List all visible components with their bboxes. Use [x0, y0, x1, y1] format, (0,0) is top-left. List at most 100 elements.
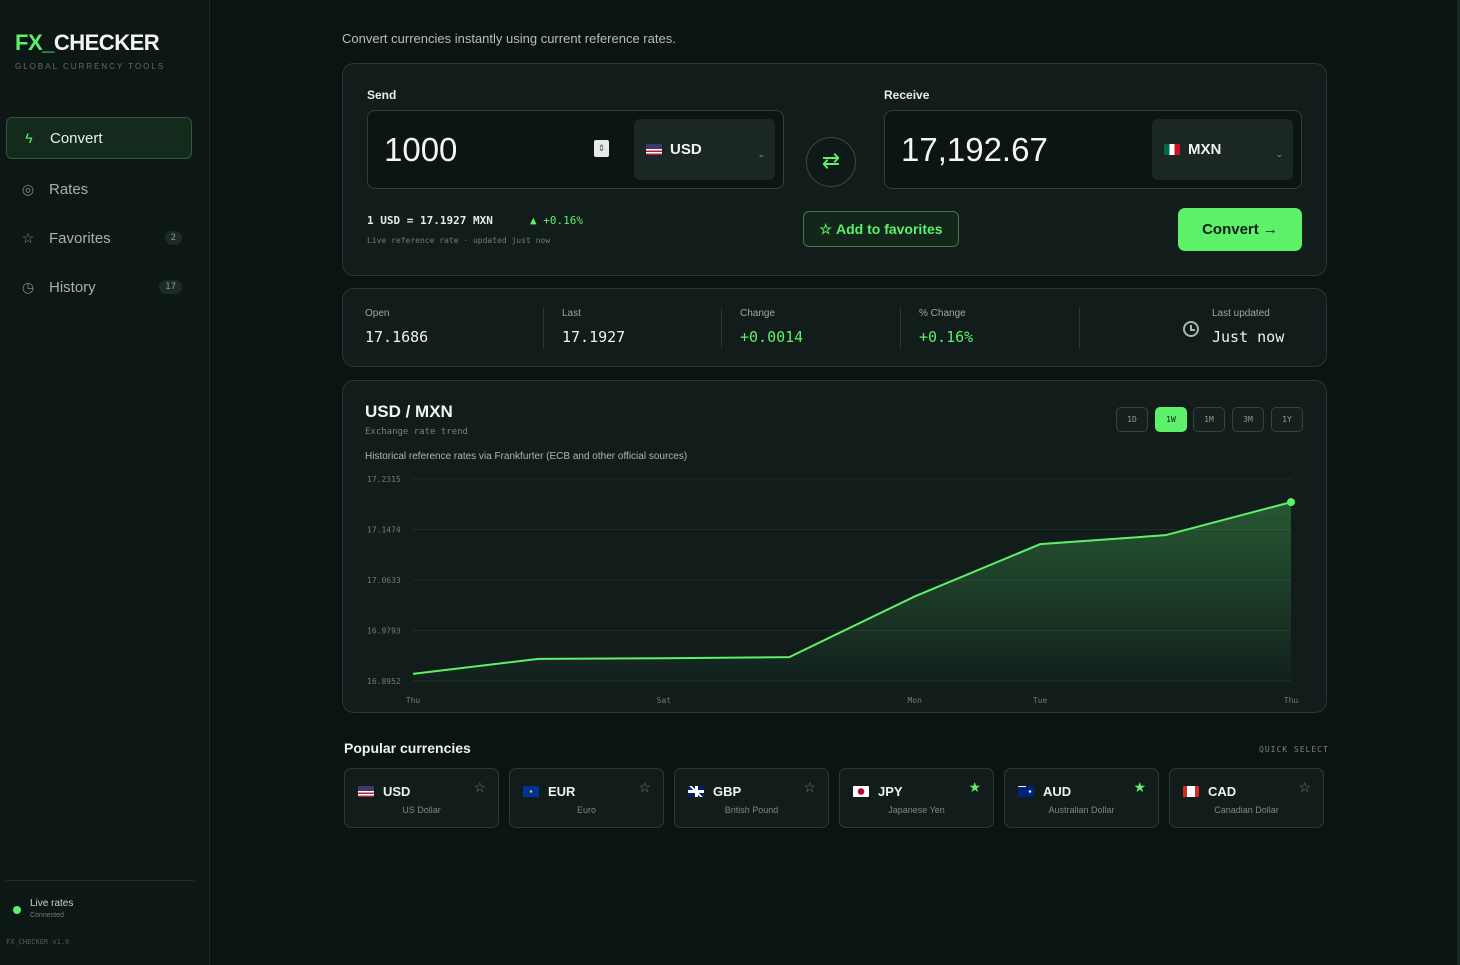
currency-card-eur[interactable]: EUR Euro ☆: [509, 768, 664, 828]
currency-card-aud[interactable]: AUD Australian Dollar ★: [1004, 768, 1159, 828]
sidebar-item-label: Rates: [49, 180, 89, 198]
sidebar-item-rates[interactable]: ◎ Rates: [6, 168, 192, 210]
amount-stepper-icon[interactable]: ⇕: [594, 140, 609, 157]
sidebar-item-history[interactable]: ◷ History 17: [6, 266, 192, 308]
currency-name: British Pound: [724, 805, 779, 815]
y-tick-label: 17.0633: [367, 576, 401, 585]
range-3m-button[interactable]: 3M: [1232, 407, 1264, 432]
pct-change-label: % Change: [919, 308, 966, 319]
live-status-sub: Connected: [30, 912, 64, 919]
sidebar-item-label: Favorites: [49, 229, 111, 247]
change-label: Change: [740, 308, 776, 319]
send-currency-code: USD: [670, 141, 702, 158]
currency-card-cad[interactable]: CAD Canadian Dollar ☆: [1169, 768, 1324, 828]
rate-trend-chart: 17.2315 17.1474 17.0633 16.9793 16.8952 Thu Sa…: [367, 475, 1299, 705]
stat-divider: [543, 308, 544, 348]
receive-label: Receive: [884, 88, 930, 102]
sidebar-item-label: Convert: [50, 129, 103, 147]
count-badge: 17: [159, 280, 182, 294]
x-tick-label: Thu: [406, 696, 421, 705]
add-to-favorites-button[interactable]: ☆ Add to favorites: [803, 211, 959, 247]
clock-icon: ◷: [21, 278, 35, 295]
last-value: 17.1927: [562, 328, 626, 346]
range-1y-button[interactable]: 1Y: [1271, 407, 1303, 432]
range-1d-button[interactable]: 1D: [1116, 407, 1148, 432]
popular-currencies-title: Popular currencies: [344, 740, 471, 756]
send-label: Send: [367, 88, 397, 102]
exchange-rate-line: 1 USD = 17.1927 MXN: [367, 214, 493, 227]
app-version: FX_CHECKER v1.0: [6, 938, 70, 946]
quick-select-label: QUICK SELECT: [1259, 745, 1329, 754]
currency-card-gbp[interactable]: GBP British Pound ☆: [674, 768, 829, 828]
x-tick-label: Thu: [1284, 696, 1299, 705]
last-updated-label: Last updated: [1212, 308, 1270, 319]
y-tick-label: 17.2315: [367, 475, 401, 484]
sidebar-item-convert[interactable]: ϟ Convert: [6, 117, 192, 159]
chevron-down-icon: ⌄: [757, 149, 765, 159]
stat-divider: [1079, 308, 1080, 348]
data-point: [1287, 498, 1295, 507]
change-value: +0.0014: [740, 328, 804, 346]
mx-flag-icon: [1164, 144, 1180, 155]
currency-code: AUD: [1043, 784, 1072, 799]
swap-currencies-button[interactable]: ⇄: [806, 137, 856, 187]
favorite-star-icon[interactable]: ★: [968, 779, 981, 796]
currency-name: Japanese Yen: [888, 805, 945, 815]
chart-title: USD / MXN: [365, 402, 453, 421]
usd-flag-icon: [358, 786, 374, 797]
favorite-star-icon[interactable]: ☆: [473, 779, 486, 796]
send-currency-select[interactable]: USD ⌄: [634, 119, 775, 180]
rate-updated-note: Live reference rate · updated just now: [367, 236, 551, 245]
currency-code: EUR: [548, 784, 576, 799]
jpy-flag-icon: [853, 786, 869, 797]
send-amount-value[interactable]: 1000: [384, 131, 457, 169]
y-tick-label: 17.1474: [367, 526, 401, 535]
currency-code: JPY: [878, 784, 903, 799]
convert-button[interactable]: Convert →: [1178, 208, 1302, 251]
receive-currency-select[interactable]: MXN ⌄: [1152, 119, 1293, 180]
star-icon: ☆: [21, 229, 35, 246]
bolt-icon: ϟ: [25, 130, 33, 146]
open-value: 17.1686: [365, 328, 429, 346]
clock-icon: [1183, 321, 1199, 337]
x-tick-label: Mon: [907, 696, 922, 705]
x-tick-label: Tue: [1033, 696, 1048, 705]
chart-subtitle: Exchange rate trend: [365, 427, 468, 437]
sidebar-item-label: History: [49, 278, 96, 296]
app-logo[interactable]: FX_CHECKER: [15, 30, 160, 56]
target-icon: ◎: [21, 180, 35, 197]
currency-name: Euro: [576, 805, 596, 815]
favorite-star-icon[interactable]: ☆: [803, 779, 816, 796]
app-tagline: GLOBAL CURRENCY TOOLS: [15, 62, 166, 71]
currency-name: Australian Dollar: [1048, 805, 1115, 815]
open-label: Open: [365, 308, 390, 319]
favorite-star-icon[interactable]: ☆: [638, 779, 651, 796]
currency-card-jpy[interactable]: JPY Japanese Yen ★: [839, 768, 994, 828]
sidebar: FX_CHECKER GLOBAL CURRENCY TOOLS ϟ Conver…: [0, 0, 210, 965]
series-area: [413, 502, 1291, 681]
y-tick-label: 16.9793: [367, 627, 401, 636]
gbp-flag-icon: [688, 786, 704, 797]
currency-code: GBP: [713, 784, 742, 799]
currency-card-usd[interactable]: USD US Dollar ☆: [344, 768, 499, 828]
range-1w-button[interactable]: 1W: [1155, 407, 1187, 432]
x-tick-label: Sat: [657, 696, 672, 705]
favorite-star-icon[interactable]: ★: [1133, 779, 1146, 796]
stat-divider: [721, 308, 722, 348]
aud-flag-icon: [1018, 786, 1034, 797]
page-subtitle: Convert currencies instantly using curre…: [342, 31, 676, 46]
chevron-down-icon: ⌄: [1275, 149, 1283, 159]
last-label: Last: [562, 308, 581, 319]
live-status-dot: [13, 906, 21, 914]
chart-source-note: Historical reference rates via Frankfurt…: [365, 451, 688, 462]
us-flag-icon: [646, 144, 662, 155]
favorite-star-icon[interactable]: ☆: [1298, 779, 1311, 796]
receive-currency-code: MXN: [1188, 141, 1222, 158]
rate-change-badge: ▲ +0.16%: [530, 214, 583, 227]
pct-change-value: +0.16%: [919, 328, 974, 346]
range-1m-button[interactable]: 1M: [1193, 407, 1225, 432]
cad-flag-icon: [1183, 786, 1199, 797]
last-updated-value: Just now: [1212, 328, 1285, 346]
sidebar-item-favorites[interactable]: ☆ Favorites 2: [6, 217, 192, 259]
count-badge: 2: [164, 231, 182, 245]
